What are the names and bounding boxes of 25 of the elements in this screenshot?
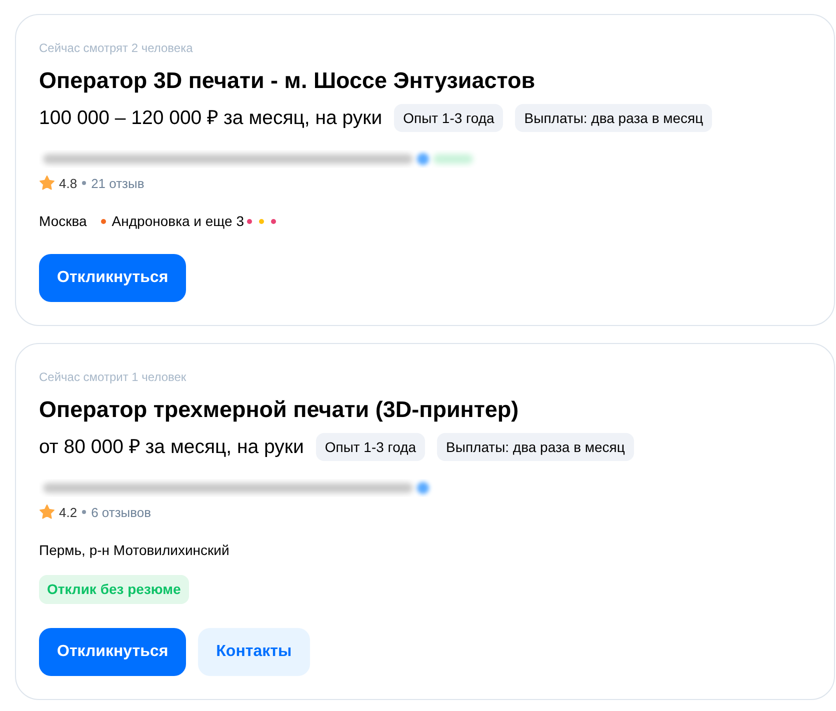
respond-button[interactable]: Откликнуться (39, 254, 186, 302)
tag: Выплаты: два раза в месяц (437, 433, 634, 461)
reviews-link[interactable]: 6 отзывов (91, 504, 152, 520)
viewers-count: Сейчас смотрит 1 человек (39, 369, 188, 385)
respond-button[interactable]: Откликнуться (39, 628, 186, 676)
salary: 100 000 – 120 000 ₽ за месяц, на руки (39, 106, 382, 131)
response-badge: Отклик без резюме (39, 575, 189, 604)
city: Москва (39, 212, 87, 230)
salary: от 80 000 ₽ за месяц, на руки (39, 435, 304, 460)
separator-dot-icon (82, 510, 86, 514)
rating-score: 4.2 (59, 504, 78, 520)
tag: Опыт 1-3 года (316, 433, 426, 461)
separator-dot-icon (82, 181, 86, 185)
vacancy-title[interactable]: Оператор трехмерной печати (3D-принтер) (39, 396, 811, 424)
vacancy-title[interactable]: Оператор 3D печати - м. Шоссе Энтузиастов (39, 67, 811, 95)
contacts-button[interactable]: Контакты (198, 628, 310, 676)
star-icon (39, 175, 55, 191)
tag: Выплаты: два раза в месяц (515, 104, 712, 132)
rating-score: 4.8 (59, 176, 78, 190)
tag: Опыт 1-3 года (394, 104, 504, 132)
viewers-count: Сейчас смотрят 2 человека (39, 40, 194, 56)
star-icon (39, 504, 55, 520)
city: Пермь, р-н Мотовилихинский (39, 541, 230, 559)
metro-station: Андроновка и еще 3 (112, 212, 244, 230)
reviews-link[interactable]: 21 отзыв (91, 176, 144, 190)
